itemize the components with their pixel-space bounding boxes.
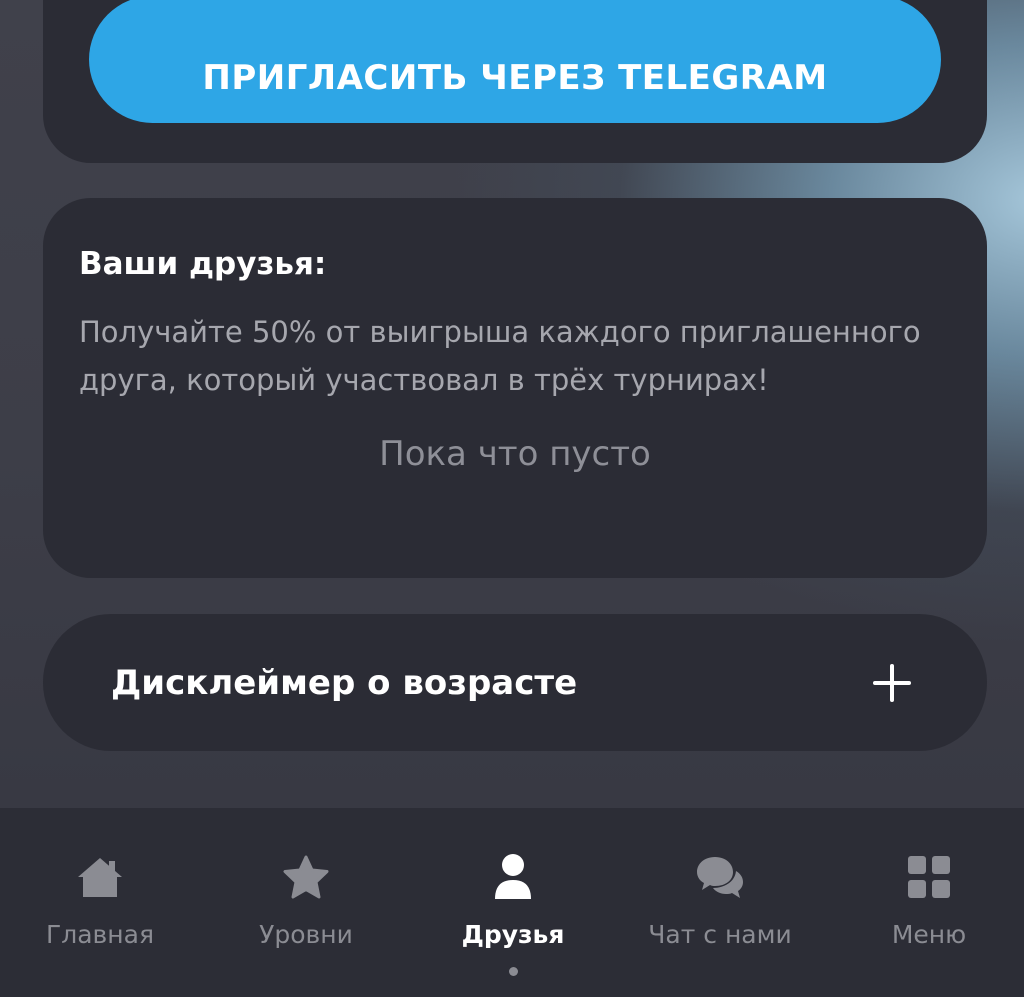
nav-label-levels: Уровни [259, 920, 353, 949]
grid-icon [904, 852, 954, 902]
nav-item-chat[interactable]: Чат с нами [625, 852, 815, 949]
nav-label-chat: Чат с нами [648, 920, 792, 949]
friends-title: Ваши друзья: [79, 246, 327, 282]
invite-card: ПРИГЛАСИТЬ ЧЕРЕЗ TELEGRAM [43, 0, 987, 163]
nav-item-home[interactable]: Главная [5, 852, 195, 949]
star-icon [281, 852, 331, 902]
plus-icon[interactable] [873, 663, 911, 702]
disclaimer-label: Дисклеймер о возрасте [111, 662, 578, 703]
nav-label-home: Главная [46, 920, 154, 949]
nav-item-friends[interactable]: Друзья [418, 852, 608, 949]
friends-card: Ваши друзья: Получайте 50% от выигрыша к… [43, 198, 987, 578]
bottom-nav: Главная Уровни Друзья Чат с нами Меню [0, 808, 1024, 997]
invite-telegram-button[interactable]: ПРИГЛАСИТЬ ЧЕРЕЗ TELEGRAM [89, 0, 941, 123]
active-indicator-dot [509, 967, 518, 976]
home-icon [75, 852, 125, 902]
chat-icon [695, 852, 745, 902]
nav-item-levels[interactable]: Уровни [211, 852, 401, 949]
friends-empty-state: Пока что пусто [379, 434, 651, 474]
friends-description: Получайте 50% от выигрыша каждого пригла… [79, 315, 921, 397]
nav-label-friends: Друзья [461, 920, 565, 949]
user-icon [488, 852, 538, 902]
nav-label-menu: Меню [891, 920, 967, 949]
nav-item-menu[interactable]: Меню [834, 852, 1024, 949]
age-disclaimer-accordion[interactable]: Дисклеймер о возрасте [43, 614, 987, 751]
